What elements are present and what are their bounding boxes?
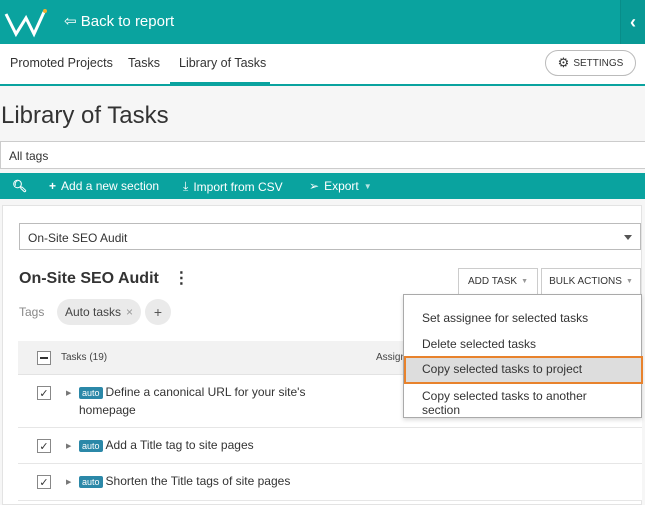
caret-down-icon: ▼ — [363, 181, 372, 191]
task-title: Define a canonical URL for your site's h… — [79, 385, 306, 417]
menu-item-delete[interactable]: Delete selected tasks — [404, 331, 641, 357]
assignee-header: Assign — [376, 352, 407, 363]
close-icon[interactable]: × — [126, 305, 133, 319]
logo-icon — [4, 9, 47, 38]
add-section-button[interactable]: + Add a new section — [49, 179, 159, 193]
caret-down-icon: ▼ — [625, 278, 633, 285]
bulk-actions-menu: Set assignee for selected tasks Delete s… — [403, 294, 643, 418]
nav-tabs: Promoted Projects Tasks Library of Tasks… — [0, 44, 645, 86]
top-bar: ⇦ Back to report ‹ — [0, 0, 645, 44]
search-icon: 🔍︎ — [12, 179, 28, 193]
tags-label: Tags — [19, 305, 45, 319]
table-row[interactable]: ✓ ▶ auto Shorten the Title tags of site p… — [18, 464, 642, 501]
import-csv-button[interactable]: ⤓ Import from CSV — [183, 179, 283, 194]
caret-down-icon: ▼ — [521, 278, 529, 285]
expand-icon[interactable]: ▶ — [66, 478, 71, 486]
send-icon: ➢ — [309, 179, 320, 193]
section-select[interactable]: On-Site SEO Audit — [19, 223, 641, 250]
menu-item-copy-to-section[interactable]: Copy selected tasks to another section — [404, 383, 641, 417]
expand-icon[interactable]: ▶ — [66, 389, 71, 397]
row-checkbox[interactable]: ✓ — [37, 475, 51, 489]
gear-icon: ⚙ — [557, 55, 570, 70]
caret-down-icon — [624, 235, 632, 240]
search-button[interactable]: 🔍︎ — [12, 179, 27, 193]
page-title: Library of Tasks — [1, 102, 169, 129]
row-checkbox[interactable]: ✓ — [37, 439, 51, 453]
back-to-report-link[interactable]: ⇦ Back to report — [64, 12, 174, 30]
tag-chip: Auto tasks × — [57, 299, 141, 325]
tab-promoted-projects[interactable]: Promoted Projects — [10, 56, 113, 70]
tasks-count-header: Tasks (19) — [61, 352, 108, 363]
add-task-button[interactable]: ADD TASK ▼ — [458, 268, 538, 295]
auto-badge: auto — [79, 387, 103, 399]
task-title: Shorten the Title tags of site pages — [105, 474, 291, 488]
add-tag-button[interactable]: + — [145, 299, 171, 325]
tags-filter-input[interactable]: All tags — [0, 141, 645, 169]
back-arrow-icon: ⇦ — [64, 13, 77, 30]
auto-badge: auto — [79, 476, 103, 488]
tab-library-of-tasks[interactable]: Library of Tasks — [179, 56, 266, 70]
toolbar: 🔍︎ + Add a new section ⤓ Import from CSV ➢… — [0, 173, 645, 199]
active-tab-indicator — [170, 82, 270, 86]
collapse-sidebar-button[interactable]: ‹ — [620, 0, 645, 44]
table-row[interactable]: ✓ ▶ auto Add a Title tag to site pages — [18, 428, 642, 464]
settings-button[interactable]: ⚙ SETTINGS — [545, 50, 636, 76]
export-button[interactable]: ➢ Export ▼ — [309, 179, 372, 193]
row-checkbox[interactable]: ✓ — [37, 386, 51, 400]
plus-icon: + — [49, 179, 57, 193]
bulk-actions-button[interactable]: BULK ACTIONS ▼ — [541, 268, 641, 295]
tab-tasks[interactable]: Tasks — [128, 56, 160, 70]
auto-badge: auto — [79, 440, 103, 452]
menu-item-copy-to-project[interactable]: Copy selected tasks to project — [404, 356, 643, 384]
select-all-checkbox[interactable] — [37, 351, 51, 365]
menu-item-set-assignee[interactable]: Set assignee for selected tasks — [404, 305, 641, 331]
download-icon: ⤓ — [183, 179, 189, 193]
task-title: Add a Title tag to site pages — [105, 438, 254, 452]
expand-icon[interactable]: ▶ — [66, 442, 71, 450]
chevron-left-icon: ‹ — [630, 11, 636, 32]
section-title: On-Site SEO Audit ⋮ — [19, 270, 190, 287]
more-vertical-icon[interactable]: ⋮ — [173, 270, 189, 287]
